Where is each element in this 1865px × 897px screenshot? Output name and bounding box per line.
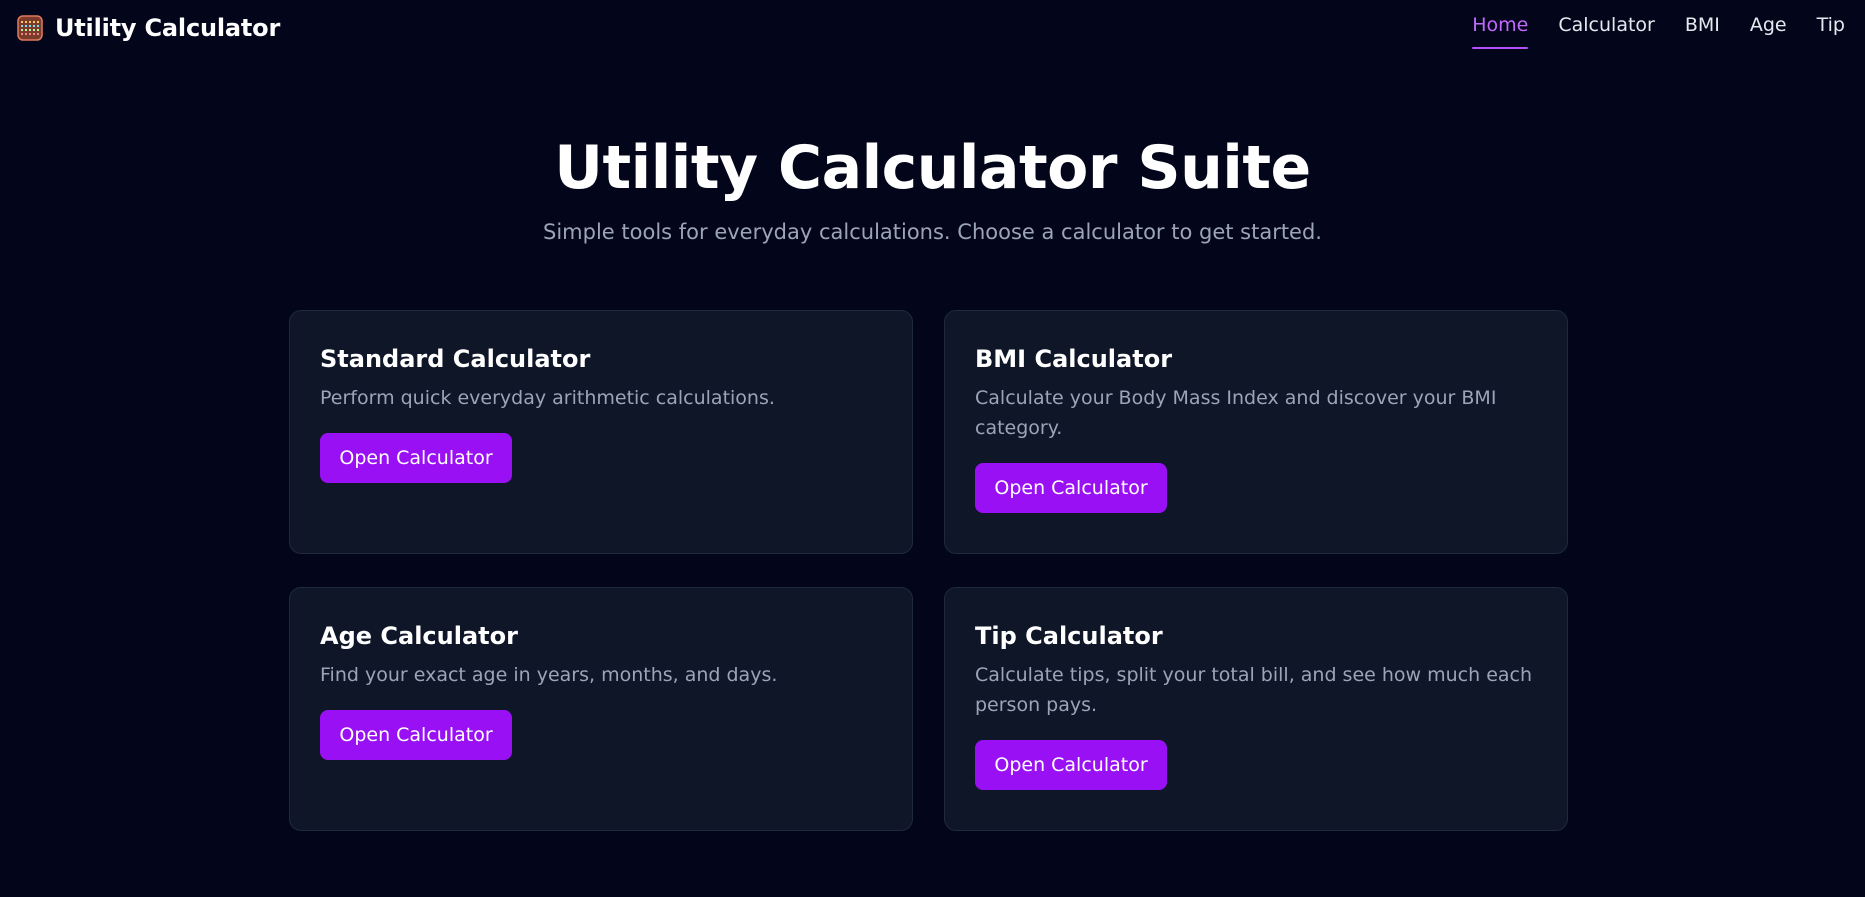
card-description: Perform quick everyday arithmetic calcul… — [320, 387, 775, 409]
open-bmi-calculator-button[interactable]: Open Calculator — [975, 463, 1167, 513]
page-subtitle: Simple tools for everyday calculations. … — [543, 220, 1322, 244]
card-description: Calculate tips, split your total bill, a… — [975, 664, 1533, 716]
nav-item-home[interactable]: Home — [1472, 0, 1529, 49]
brand-link[interactable]: Utility Calculator — [17, 14, 280, 42]
card-bmi-calculator: BMI Calculator Calculate your Body Mass … — [944, 310, 1568, 554]
card-standard-calculator: Standard Calculator Perform quick everyd… — [289, 310, 913, 554]
card-description: Calculate your Body Mass Index and disco… — [975, 387, 1497, 439]
card-title: Standard Calculator — [320, 345, 591, 373]
card-title: Tip Calculator — [975, 622, 1163, 650]
open-tip-calculator-button[interactable]: Open Calculator — [975, 740, 1167, 790]
open-age-calculator-button[interactable]: Open Calculator — [320, 710, 512, 760]
page: Utility Calculator Home Calculator BMI A… — [0, 0, 1865, 897]
main-nav: Home Calculator BMI Age Tip — [1442, 0, 1845, 50]
card-title: Age Calculator — [320, 622, 518, 650]
card-age-calculator: Age Calculator Find your exact age in ye… — [289, 587, 913, 831]
nav-item-bmi[interactable]: BMI — [1685, 0, 1720, 37]
page-title: Utility Calculator Suite — [554, 133, 1311, 203]
card-description: Find your exact age in years, months, an… — [320, 664, 778, 686]
brand-title: Utility Calculator — [55, 14, 281, 42]
nav-item-calculator[interactable]: Calculator — [1558, 0, 1654, 37]
open-standard-calculator-button[interactable]: Open Calculator — [320, 433, 512, 483]
card-title: BMI Calculator — [975, 345, 1173, 373]
abacus-icon — [17, 15, 43, 41]
top-nav-bar: Utility Calculator Home Calculator BMI A… — [0, 0, 1865, 62]
nav-item-age[interactable]: Age — [1750, 0, 1787, 37]
card-tip-calculator: Tip Calculator Calculate tips, split you… — [944, 587, 1568, 831]
nav-item-tip[interactable]: Tip — [1817, 0, 1845, 37]
